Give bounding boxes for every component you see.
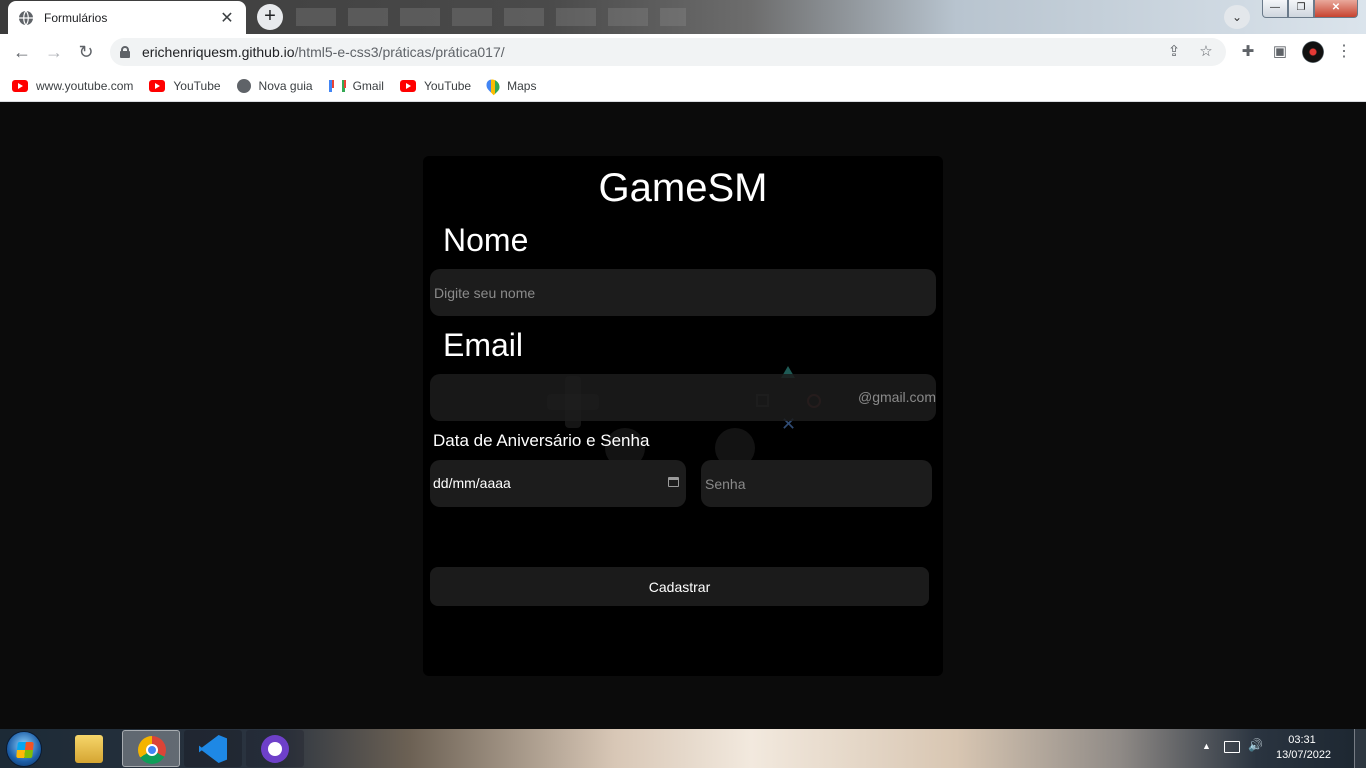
chrome-taskbar-button[interactable] xyxy=(122,730,180,767)
maximize-button[interactable]: ❐ xyxy=(1288,0,1314,18)
url-path: /html5-e-css3/práticas/prática017/ xyxy=(294,44,505,60)
birth-password-label: Data de Aniversário e Senha xyxy=(433,431,650,450)
registration-form: ✕ GameSM Nome Email @gmail.com Data de A… xyxy=(423,156,943,676)
submit-button[interactable]: Cadastrar xyxy=(430,567,929,606)
bookmarks-bar: www.youtube.com YouTube Nova guia Gmail … xyxy=(0,70,1366,102)
folder-icon xyxy=(75,735,103,763)
side-panel-icon[interactable]: ▣ xyxy=(1270,42,1290,62)
youtube-icon xyxy=(399,79,416,92)
bookmark-nova-guia[interactable]: Nova guia xyxy=(236,78,313,93)
page-content: ✕ GameSM Nome Email @gmail.com Data de A… xyxy=(0,103,1366,729)
password-input[interactable] xyxy=(701,460,932,507)
browser-toolbar: ← → ↻ erichenriquesm.github.io/html5-e-c… xyxy=(0,34,1366,70)
globe-icon xyxy=(19,10,33,25)
system-clock[interactable]: 03:31 13/07/2022 xyxy=(1276,733,1332,763)
bookmark-label: Maps xyxy=(507,78,537,93)
bookmark-label: Nova guia xyxy=(258,78,313,93)
email-domain-suffix: @gmail.com xyxy=(858,389,937,405)
reload-button[interactable]: ↻ xyxy=(74,40,98,64)
bookmark-gmail[interactable]: Gmail xyxy=(328,78,384,93)
show-hidden-icons-button[interactable]: ▲ xyxy=(1202,741,1211,751)
github-desktop-taskbar-button[interactable] xyxy=(246,730,304,767)
volume-icon[interactable]: 🔊 xyxy=(1248,738,1263,752)
globe-icon xyxy=(236,78,251,93)
lock-icon[interactable] xyxy=(120,46,130,58)
windows-taskbar xyxy=(0,729,1366,768)
gmail-icon xyxy=(328,79,345,92)
youtube-icon xyxy=(149,79,166,92)
browser-tab[interactable]: Formulários ✕ xyxy=(8,1,246,34)
bookmark-label: YouTube xyxy=(173,78,221,93)
extensions-icon[interactable]: ✚ xyxy=(1238,42,1258,62)
brand-title: GameSM xyxy=(598,166,768,210)
browser-title-bar: Formulários ✕ + ⌄ — ❐ ✕ xyxy=(0,0,1366,34)
github-icon xyxy=(261,735,289,763)
back-button[interactable]: ← xyxy=(10,40,34,64)
name-input[interactable] xyxy=(430,269,936,316)
minimize-button[interactable]: — xyxy=(1262,0,1288,18)
bookmark-label: Gmail xyxy=(352,78,384,93)
start-button[interactable] xyxy=(6,731,42,767)
name-label: Nome xyxy=(443,222,529,258)
vscode-icon xyxy=(199,735,227,763)
calendar-icon[interactable] xyxy=(668,477,679,487)
bookmark-youtube-com[interactable]: www.youtube.com xyxy=(12,79,133,93)
share-icon[interactable]: ⇪ xyxy=(1166,44,1182,60)
profile-avatar[interactable] xyxy=(1302,41,1324,63)
tab-search-button[interactable]: ⌄ xyxy=(1224,5,1250,29)
new-tab-button[interactable]: + xyxy=(257,4,283,30)
blurred-background-tabs xyxy=(296,8,686,26)
bookmark-label: YouTube xyxy=(423,78,472,93)
show-desktop-button[interactable] xyxy=(1354,729,1366,768)
bookmark-youtube-2[interactable]: YouTube xyxy=(399,78,472,93)
clock-time: 03:31 xyxy=(1288,734,1316,746)
email-label: Email xyxy=(443,327,524,363)
file-explorer-button[interactable] xyxy=(60,730,118,767)
birthdate-value: dd/mm/aaaa xyxy=(433,475,511,491)
bookmark-label: www.youtube.com xyxy=(36,78,134,93)
url-host: erichenriquesm.github.io xyxy=(142,44,295,60)
bookmark-maps[interactable]: Maps xyxy=(483,76,537,95)
vscode-taskbar-button[interactable] xyxy=(184,730,242,767)
tab-title: Formulários xyxy=(44,10,108,25)
browser-menu-icon[interactable]: ⋮ xyxy=(1336,40,1352,64)
bookmark-star-icon[interactable]: ☆ xyxy=(1198,44,1214,60)
network-icon[interactable] xyxy=(1224,741,1240,753)
youtube-icon xyxy=(12,79,28,92)
bookmark-youtube[interactable]: YouTube xyxy=(149,78,221,93)
close-tab-icon[interactable]: ✕ xyxy=(218,8,236,28)
maps-icon xyxy=(483,76,503,95)
clock-date: 13/07/2022 xyxy=(1276,749,1332,761)
forward-button[interactable]: → xyxy=(42,40,66,64)
chrome-icon xyxy=(138,736,166,764)
address-bar[interactable]: erichenriquesm.github.io/html5-e-css3/pr… xyxy=(110,38,1226,66)
close-window-button[interactable]: ✕ xyxy=(1314,0,1358,18)
